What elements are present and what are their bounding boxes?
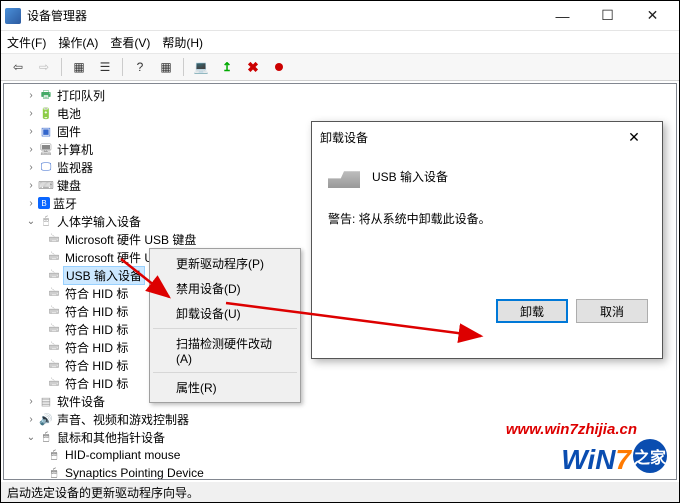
dialog-uninstall-button[interactable]: 卸载 [496,299,568,323]
usb-device-icon: 🖮 [46,304,62,318]
tree-hid[interactable]: 人体学输入设备 [57,213,141,230]
context-menu: 更新驱动程序(P) 禁用设备(D) 卸载设备(U) 扫描检测硬件改动(A) 属性… [149,248,301,403]
tree-software[interactable]: 软件设备 [57,393,105,410]
minimize-button[interactable]: — [540,2,585,30]
mouse-icon: 🖱 [46,466,62,480]
tree-mouse-cat[interactable]: 鼠标和其他指针设备 [57,429,165,446]
tree-keyboard[interactable]: 键盘 [57,177,81,194]
tree-hid3[interactable]: 符合 HID 标 [65,321,128,338]
forward-button[interactable]: ⇨ [33,56,55,78]
refresh-icon[interactable]: ▦ [155,56,177,78]
tree-sound[interactable]: 声音、视频和游戏控制器 [57,411,189,428]
usb-device-icon: 🖮 [46,322,62,336]
usb-device-icon: 🖮 [46,286,62,300]
tree-firmware[interactable]: 固件 [57,123,81,140]
tree-usb-input-selected[interactable]: USB 输入设备 [63,266,145,285]
usb-device-icon: 🖮 [46,232,62,246]
list-icon[interactable]: ☰ [94,56,116,78]
menu-file[interactable]: 文件(F) [7,34,46,51]
tree-monitor[interactable]: 监视器 [57,159,93,176]
scan-icon[interactable]: 💻 [190,56,212,78]
dialog-close-button[interactable]: ✕ [614,129,654,146]
uninstall-icon[interactable]: ✖ [242,56,264,78]
menu-view[interactable]: 查看(V) [110,34,150,51]
cm-update-driver[interactable]: 更新驱动程序(P) [152,251,298,276]
usb-device-icon: 🖮 [46,340,62,354]
dialog-title: 卸载设备 [320,129,368,146]
cm-scan[interactable]: 扫描检测硬件改动(A) [152,331,298,370]
mouse-icon: 🖱 [46,448,62,462]
status-bar: 启动选定设备的更新驱动程序向导。 [1,482,679,502]
battery-icon: 🔋 [38,106,54,120]
watermark-url: www.win7zhijia.cn [506,421,637,438]
tree-hid-mouse[interactable]: HID-compliant mouse [65,448,180,462]
close-button[interactable]: ✕ [630,2,675,30]
tree-hid6[interactable]: 符合 HID 标 [65,375,128,392]
tree-battery[interactable]: 电池 [57,105,81,122]
hid-icon: 🖰 [38,214,54,228]
watermark-logo: WiN7之家 [561,439,667,476]
tree-hid1[interactable]: 符合 HID 标 [65,285,128,302]
sound-icon: 🔊 [38,412,54,426]
app-icon [5,8,21,24]
uninstall-dialog: 卸载设备 ✕ USB 输入设备 警告: 将从系统中卸载此设备。 卸载 取消 [311,121,663,359]
dialog-cancel-button[interactable]: 取消 [576,299,648,323]
tree-bluetooth[interactable]: 蓝牙 [53,195,77,212]
device-icon [328,164,360,188]
printer-icon: 🖶 [38,88,54,102]
cm-uninstall[interactable]: 卸载设备(U) [152,301,298,326]
dialog-device-name: USB 输入设备 [372,168,448,185]
usb-device-icon: 🖮 [46,376,62,390]
usb-device-icon: 🖮 [46,358,62,372]
maximize-button[interactable]: ☐ [585,2,630,30]
toolbar: ⇦ ⇨ ▦ ☰ ? ▦ 💻 ↥ ✖ [1,53,679,81]
usb-device-icon: 🖮 [46,268,62,282]
update-driver-icon[interactable]: ↥ [216,56,238,78]
cm-disable[interactable]: 禁用设备(D) [152,276,298,301]
mouse-icon: 🖱 [38,430,54,444]
menu-action[interactable]: 操作(A) [58,34,98,51]
tree-printers[interactable]: 打印队列 [57,87,105,104]
bluetooth-icon: B [38,197,50,209]
computer-icon: 🖥 [38,142,54,156]
firmware-icon: ▣ [38,124,54,138]
window-title: 设备管理器 [27,7,540,24]
tree-hid5[interactable]: 符合 HID 标 [65,357,128,374]
usb-device-icon: 🖮 [46,250,62,264]
software-icon: ▤ [38,394,54,408]
view-icon[interactable]: ▦ [68,56,90,78]
tree-hid2[interactable]: 符合 HID 标 [65,303,128,320]
tree-hid4[interactable]: 符合 HID 标 [65,339,128,356]
disable-icon[interactable] [268,56,290,78]
title-bar: 设备管理器 — ☐ ✕ [1,1,679,31]
cm-properties[interactable]: 属性(R) [152,375,298,400]
tree-ms-kb[interactable]: Microsoft 硬件 USB 键盘 [65,231,196,248]
keyboard-icon: ⌨ [38,178,54,192]
back-button[interactable]: ⇦ [7,56,29,78]
tree-computer[interactable]: 计算机 [57,141,93,158]
menu-help[interactable]: 帮助(H) [162,34,203,51]
help-icon[interactable]: ? [129,56,151,78]
monitor-icon: 🖵 [38,160,54,174]
tree-syn-ptr[interactable]: Synaptics Pointing Device [65,466,204,480]
menu-bar: 文件(F) 操作(A) 查看(V) 帮助(H) [1,31,679,53]
dialog-warning: 警告: 将从系统中卸载此设备。 [328,210,646,227]
